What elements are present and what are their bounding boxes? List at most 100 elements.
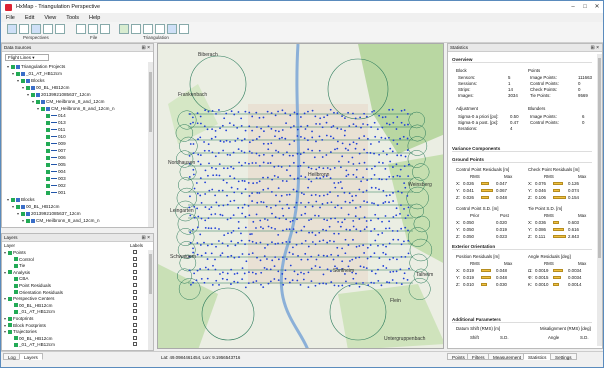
tree-row[interactable]: 007 bbox=[42, 147, 66, 154]
checkbox[interactable] bbox=[31, 92, 35, 97]
checkbox[interactable] bbox=[46, 155, 50, 160]
layer-visibility-checkbox[interactable] bbox=[14, 303, 18, 308]
labels-checkbox[interactable] bbox=[133, 342, 137, 347]
labels-checkbox[interactable] bbox=[133, 283, 137, 287]
checkbox[interactable] bbox=[21, 211, 25, 216]
tab-statistics[interactable]: Statistics bbox=[523, 353, 552, 360]
checkbox[interactable] bbox=[46, 113, 50, 118]
checkbox[interactable] bbox=[21, 78, 25, 83]
checkbox[interactable] bbox=[46, 127, 50, 132]
variance-section[interactable]: Variance Components bbox=[452, 146, 592, 152]
labels-checkbox[interactable] bbox=[133, 302, 137, 307]
checkbox[interactable] bbox=[46, 190, 50, 195]
stats-scrollbar[interactable] bbox=[597, 54, 602, 346]
layer-visibility-checkbox[interactable] bbox=[14, 336, 18, 341]
layer-visibility-checkbox[interactable] bbox=[14, 257, 18, 262]
exterior-orientation-section[interactable]: Exterior Orientation bbox=[452, 244, 592, 250]
labels-checkbox[interactable] bbox=[133, 329, 137, 334]
checkbox[interactable] bbox=[46, 169, 50, 174]
labels-checkbox[interactable] bbox=[133, 250, 137, 254]
tree-row[interactable]: 006 bbox=[42, 154, 66, 161]
triangulation-tool-6[interactable] bbox=[179, 24, 189, 34]
open-file-button[interactable] bbox=[76, 24, 86, 34]
tab-settings[interactable]: Settings bbox=[550, 353, 577, 360]
tab-layers[interactable]: Layers bbox=[19, 353, 43, 360]
checkbox[interactable] bbox=[11, 64, 15, 69]
project-scrollbar[interactable] bbox=[148, 62, 153, 227]
labels-checkbox[interactable] bbox=[133, 263, 137, 268]
checkbox[interactable] bbox=[46, 148, 50, 153]
checkbox[interactable] bbox=[46, 141, 50, 146]
tree-row[interactable]: 014 bbox=[42, 112, 66, 119]
layer-visibility-checkbox[interactable] bbox=[8, 323, 12, 328]
close-icon[interactable]: ✕ bbox=[593, 3, 601, 11]
labels-checkbox[interactable] bbox=[133, 335, 137, 340]
triangulation-tool-3[interactable] bbox=[143, 24, 153, 34]
tree-row[interactable]: 001 bbox=[42, 189, 66, 196]
perspective-2-button[interactable] bbox=[19, 24, 29, 34]
triangulation-tool-1[interactable] bbox=[119, 24, 129, 34]
labels-checkbox[interactable] bbox=[133, 309, 137, 314]
tree-row[interactable]: ▾ CM_Heilbronn_8_and_12cm_n bbox=[22, 217, 100, 224]
ground-points-section[interactable]: Ground Points bbox=[452, 157, 592, 163]
tree-row[interactable]: 011 bbox=[42, 126, 65, 133]
perspective-5-button[interactable] bbox=[55, 24, 65, 34]
checkbox[interactable] bbox=[36, 99, 40, 104]
tree-row[interactable]: ▾ Triangulation Projects bbox=[7, 63, 65, 70]
triangulation-tool-4[interactable] bbox=[155, 24, 165, 34]
layers-scrollbar[interactable] bbox=[148, 250, 153, 350]
tree-row[interactable]: ▾ Blocks bbox=[7, 196, 35, 203]
tree-row[interactable]: 005 bbox=[42, 161, 66, 168]
checkbox[interactable] bbox=[26, 85, 30, 90]
tree-row[interactable]: ▾ 00_BL_HB12cm bbox=[22, 84, 69, 91]
save-file-button[interactable] bbox=[88, 24, 98, 34]
labels-checkbox[interactable] bbox=[133, 316, 137, 320]
menu-edit[interactable]: Edit bbox=[20, 15, 39, 21]
labels-checkbox[interactable] bbox=[133, 322, 137, 327]
checkbox[interactable] bbox=[16, 204, 20, 209]
checkbox[interactable] bbox=[46, 162, 50, 167]
tree-row[interactable]: ▾ 20139921085637_12cm bbox=[17, 210, 81, 217]
labels-checkbox[interactable] bbox=[133, 269, 137, 274]
menu-view[interactable]: View bbox=[39, 15, 61, 21]
layer-visibility-checkbox[interactable] bbox=[14, 276, 18, 281]
checkbox[interactable] bbox=[46, 176, 50, 181]
labels-checkbox[interactable] bbox=[133, 256, 137, 261]
tree-row[interactable]: 010 bbox=[42, 133, 66, 140]
layer-visibility-checkbox[interactable] bbox=[14, 309, 18, 314]
tree-row[interactable]: 003 bbox=[42, 175, 66, 182]
labels-checkbox[interactable] bbox=[133, 276, 137, 281]
tree-row[interactable]: ▾ CM_Heilbronn_8_and_12cm_n bbox=[37, 105, 115, 112]
layer-visibility-checkbox[interactable] bbox=[8, 270, 12, 275]
checkbox[interactable] bbox=[41, 106, 45, 111]
triangulation-tool-5[interactable] bbox=[167, 24, 177, 34]
labels-checkbox[interactable] bbox=[133, 289, 137, 294]
stats-pin-icon[interactable]: ⊞ × bbox=[591, 44, 600, 52]
maximize-icon[interactable]: □ bbox=[581, 3, 589, 11]
layer-visibility-checkbox[interactable] bbox=[8, 296, 12, 301]
menu-tools[interactable]: Tools bbox=[61, 15, 84, 21]
menu-help[interactable]: Help bbox=[84, 15, 105, 21]
tree-row[interactable]: ▾ 00_BL_HB12cm bbox=[12, 203, 59, 210]
tree-row[interactable]: ▾ _01_AT_HB12cm bbox=[12, 70, 62, 77]
checkbox[interactable] bbox=[11, 197, 15, 202]
overview-section[interactable]: Overview bbox=[452, 57, 592, 63]
checkbox[interactable] bbox=[46, 120, 50, 125]
checkbox[interactable] bbox=[16, 71, 20, 76]
pin-icon[interactable]: ⊞ × bbox=[142, 44, 151, 52]
perspective-1-button[interactable] bbox=[7, 24, 17, 34]
tab-measurement[interactable]: Measurement bbox=[488, 353, 527, 360]
checkbox[interactable] bbox=[26, 218, 30, 223]
layer-visibility-checkbox[interactable] bbox=[8, 250, 12, 255]
tree-row[interactable]: 002 bbox=[42, 182, 66, 189]
filter-dropdown[interactable]: Flight Lines ▾ bbox=[5, 54, 49, 61]
labels-checkbox[interactable] bbox=[133, 296, 137, 301]
export-file-button[interactable] bbox=[100, 24, 110, 34]
checkbox[interactable] bbox=[46, 134, 50, 139]
layer-visibility-checkbox[interactable] bbox=[14, 290, 18, 295]
layer-visibility-checkbox[interactable] bbox=[14, 342, 18, 347]
layers-pin-icon[interactable]: ⊞ × bbox=[142, 234, 151, 242]
layer-visibility-checkbox[interactable] bbox=[14, 283, 18, 288]
map-view[interactable]: Biberach Frankenbach Heilbronn Sontheim Flei… bbox=[157, 43, 444, 349]
tree-row[interactable]: ▾ 20139921085637_12cm bbox=[27, 91, 91, 98]
